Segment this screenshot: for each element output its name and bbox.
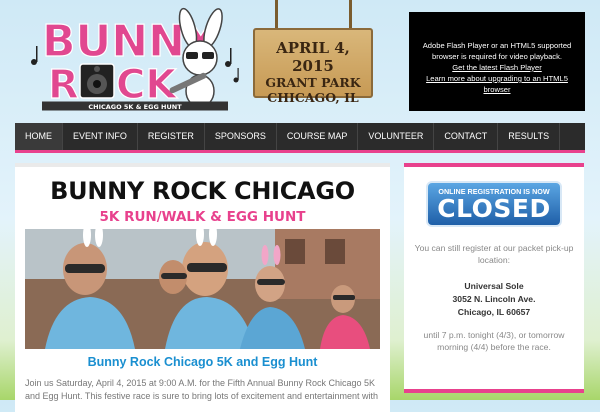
bunny-rock-logo[interactable]: BUNNY R CK CHICAGO 5K & EGG HUNT bbox=[28, 6, 243, 114]
logo-tagline: CHICAGO 5K & EGG HUNT bbox=[88, 103, 182, 111]
date-board: APRIL 4, 2015 GRANT PARK CHICAGO, IL bbox=[253, 28, 373, 105]
get-flash-link[interactable]: Get the latest Flash Player bbox=[413, 62, 581, 73]
speaker-icon bbox=[79, 63, 115, 99]
nav-item-register[interactable]: Register bbox=[138, 123, 205, 150]
sign-rope-right bbox=[349, 0, 352, 30]
sign-rope-left bbox=[275, 0, 278, 30]
nav-item-course-map[interactable]: Course Map bbox=[277, 123, 359, 150]
location-name: Universal Sole bbox=[464, 281, 524, 291]
event-city: CHICAGO, IL bbox=[267, 90, 359, 105]
pickup-hours: until 7 p.m. tonight (4/3), or tomorrow … bbox=[423, 330, 565, 352]
registration-sidebar: ONLINE REGISTRATION IS NOW CLOSED You ca… bbox=[404, 163, 584, 393]
nav-item-sponsors[interactable]: Sponsors bbox=[205, 123, 277, 150]
location-address: 3052 N. Lincoln Ave. bbox=[452, 294, 536, 304]
nav-item-contact[interactable]: Contact bbox=[434, 123, 499, 150]
runners-photo bbox=[25, 229, 380, 349]
nav-item-results[interactable]: Results bbox=[498, 123, 561, 150]
article-text: Join us Saturday, April 4, 2015 at 9:00 … bbox=[25, 378, 379, 401]
event-venue: GRANT PARK bbox=[265, 75, 361, 90]
badge-closed-text: CLOSED bbox=[437, 194, 551, 223]
nav-item-home[interactable]: Home bbox=[15, 123, 63, 150]
packet-pickup-intro: You can still register at our packet pic… bbox=[414, 243, 574, 265]
page-subtitle: 5K RUN/WALK & EGG HUNT bbox=[99, 209, 306, 225]
logo-rock-r: R bbox=[48, 62, 79, 108]
main-navigation: Home Event Info Register Sponsors Course… bbox=[15, 123, 585, 153]
html5-upgrade-link[interactable]: Learn more about upgrading to an HTML5 b… bbox=[413, 73, 581, 95]
article-heading[interactable]: Bunny Rock Chicago 5K and Egg Hunt bbox=[15, 355, 390, 369]
nav-item-volunteer[interactable]: Volunteer bbox=[358, 123, 435, 150]
event-date-sign: APRIL 4, 2015 GRANT PARK CHICAGO, IL bbox=[253, 0, 373, 110]
registration-closed-badge: ONLINE REGISTRATION IS NOW CLOSED bbox=[426, 181, 562, 227]
flash-required-text: Adobe Flash Player or an HTML5 supported… bbox=[422, 41, 572, 61]
logo-rock-rest: CK bbox=[116, 62, 178, 108]
location-city: Chicago, IL 60657 bbox=[457, 307, 531, 317]
main-content: BUNNY ROCK CHICAGO 5K RUN/WALK & EGG HUN… bbox=[15, 163, 390, 412]
nav-item-event-info[interactable]: Event Info bbox=[63, 123, 138, 150]
video-player-placeholder: Adobe Flash Player or an HTML5 supported… bbox=[409, 12, 585, 111]
event-date: APRIL 4, 2015 bbox=[276, 39, 350, 75]
page-title: BUNNY ROCK CHICAGO bbox=[50, 177, 355, 205]
